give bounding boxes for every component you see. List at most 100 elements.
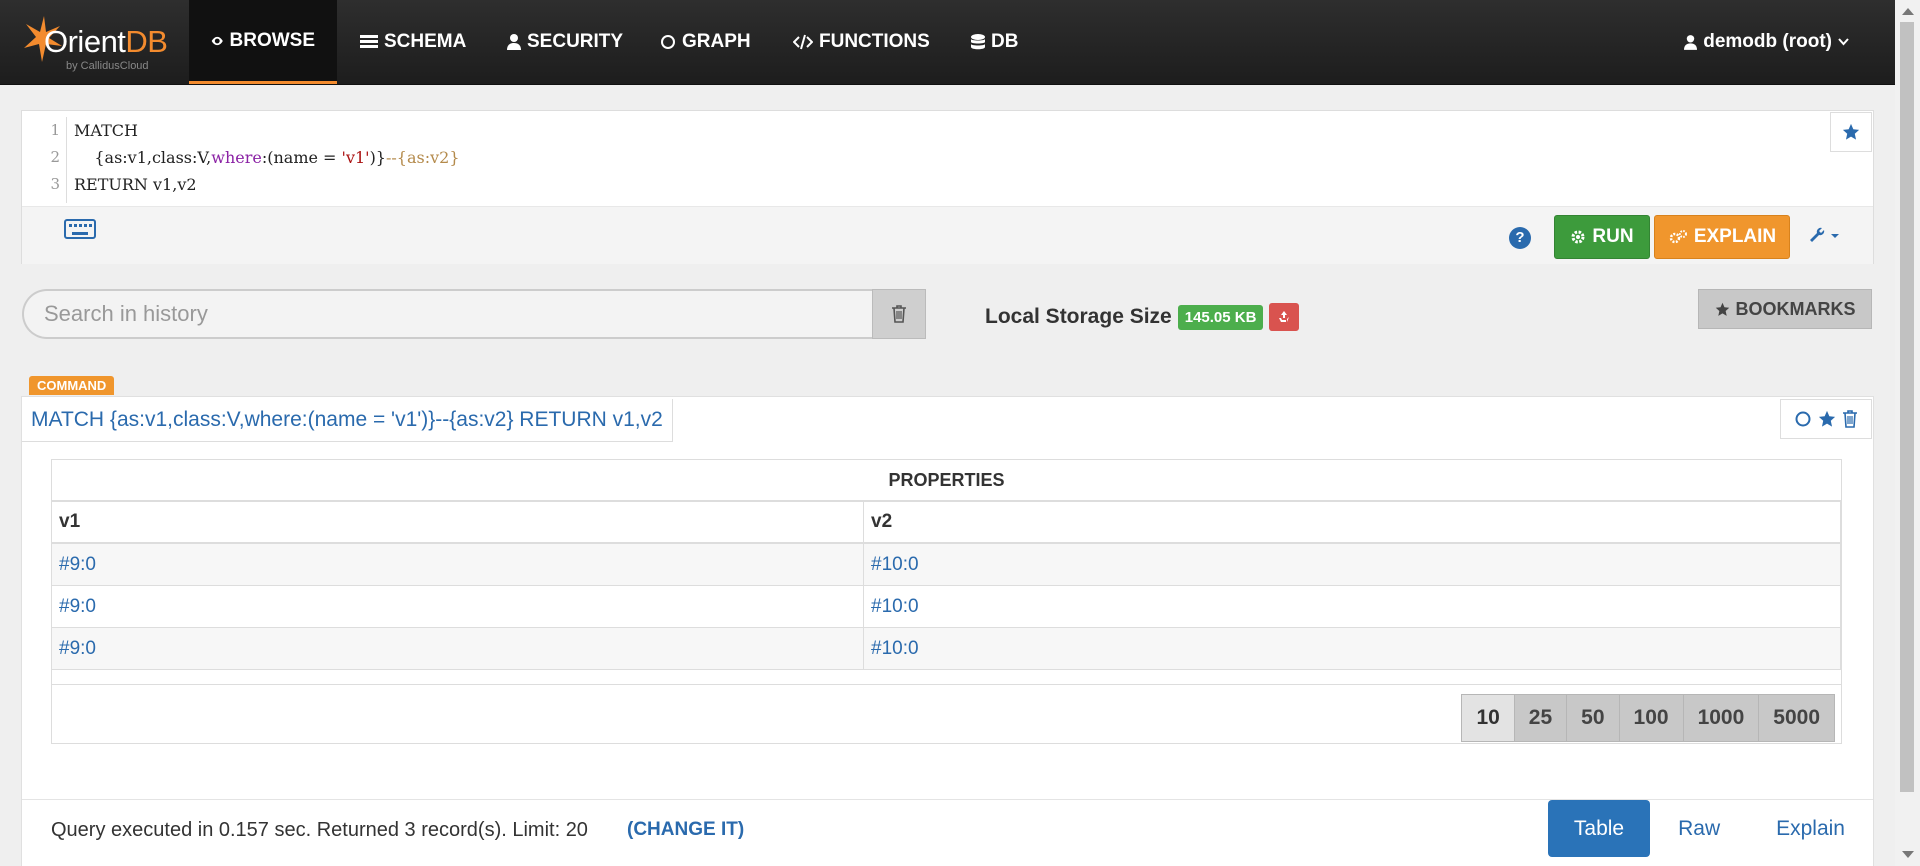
tab-explain[interactable]: Explain	[1748, 800, 1873, 857]
code-line-1: MATCH	[74, 121, 138, 140]
record-link[interactable]: #9:0	[52, 585, 864, 628]
result-footer: Query executed in 0.157 sec. Returned 3 …	[22, 799, 1873, 866]
command-badge: COMMAND	[29, 376, 115, 395]
record-link[interactable]: #10:0	[863, 543, 1841, 586]
scroll-down-arrow-icon[interactable]	[1902, 851, 1914, 858]
run-button-label: RUN	[1592, 226, 1634, 247]
run-button[interactable]: RUN	[1554, 215, 1650, 259]
column-header[interactable]: v2	[863, 502, 1841, 544]
chevron-down-icon	[1838, 38, 1849, 46]
nav-graph[interactable]: GRAPH	[638, 0, 773, 84]
record-link[interactable]: #10:0	[863, 627, 1841, 670]
record-link[interactable]: #10:0	[863, 585, 1841, 628]
executed-query-text[interactable]: MATCH {as:v1,class:V,where:(name = 'v1')…	[22, 399, 673, 442]
local-storage-label: Local Storage Size	[985, 305, 1172, 328]
tab-raw[interactable]: Raw	[1650, 800, 1748, 857]
nav-graph-label: GRAPH	[682, 31, 751, 52]
result-panel: MATCH {as:v1,class:V,where:(name = 'v1')…	[21, 396, 1874, 866]
search-history-input[interactable]	[22, 289, 874, 339]
table-row: #9:0 #10:0	[52, 543, 1841, 586]
query-editor-panel: 1 2 3 MATCH {as:v1,class:V,where:(name =…	[21, 110, 1874, 264]
nav-functions[interactable]: FUNCTIONS	[771, 0, 952, 84]
line-number: 1	[50, 121, 60, 139]
explain-button-label: EXPLAIN	[1693, 226, 1777, 247]
user-icon	[1684, 34, 1698, 50]
vertical-scrollbar[interactable]	[1895, 0, 1920, 866]
database-icon	[971, 33, 985, 49]
nav-security-label: SECURITY	[527, 31, 624, 52]
table-row: #9:0 #10:0	[52, 585, 1841, 628]
history-search	[22, 289, 926, 339]
list-icon	[360, 35, 378, 48]
code-icon	[793, 34, 813, 50]
record-link[interactable]: #9:0	[52, 627, 864, 670]
nav-browse[interactable]: BROWSE	[189, 0, 337, 84]
line-number: 2	[50, 148, 60, 166]
star-icon	[1715, 302, 1729, 316]
star-icon	[1842, 123, 1860, 140]
column-header[interactable]: v1	[52, 502, 864, 544]
pagination-bar: 10 25 50 100 1000 5000	[52, 684, 1841, 745]
editor-toolbar: ? RUN EXPLAIN	[22, 206, 1873, 264]
line-number-gutter: 1 2 3	[22, 117, 67, 203]
bookmark-query-button[interactable]	[1830, 112, 1872, 152]
change-limit-link[interactable]: (CHANGE IT)	[627, 819, 744, 841]
page-size-option[interactable]: 50	[1566, 694, 1620, 742]
record-link[interactable]: #9:0	[52, 543, 864, 586]
nav-db-label: DB	[991, 31, 1019, 52]
storage-size-badge: 145.05 KB	[1177, 304, 1264, 330]
page-size-selector: 10 25 50 100 1000 5000	[1461, 694, 1835, 742]
help-button[interactable]: ?	[1509, 227, 1531, 249]
execution-info: Query executed in 0.157 sec. Returned 3 …	[51, 819, 588, 841]
gears-icon	[1669, 230, 1687, 244]
page-size-option[interactable]: 10	[1461, 694, 1515, 742]
page-size-option[interactable]: 5000	[1758, 694, 1835, 742]
code-line-2: {as:v1,class:V,where:(name = 'v1')}--{as…	[74, 148, 460, 167]
user-menu[interactable]: demodb (root)	[1684, 0, 1849, 84]
orientdb-logo[interactable]: OrientDB by CallidusCloud	[22, 12, 172, 74]
top-navbar: OrientDB by CallidusCloud BROWSE SCHEMA …	[0, 0, 1895, 85]
trash-icon	[892, 305, 906, 323]
properties-header: PROPERTIES	[52, 460, 1841, 502]
settings-dropdown[interactable]	[1808, 225, 1844, 250]
nav-browse-label: BROWSE	[229, 29, 316, 51]
line-number: 3	[50, 175, 60, 193]
wrench-icon	[1810, 227, 1839, 242]
local-storage-info: Local Storage Size 145.05 KB	[985, 303, 1300, 331]
trash-icon[interactable]	[1842, 410, 1858, 428]
keyboard-icon[interactable]	[64, 219, 96, 244]
nav-functions-label: FUNCTIONS	[819, 31, 930, 52]
circle-icon[interactable]	[1794, 410, 1812, 428]
scrollbar-thumb[interactable]	[1900, 22, 1914, 792]
table-row: #9:0 #10:0	[52, 627, 1841, 670]
clear-history-button[interactable]	[872, 289, 926, 339]
gear-icon	[1571, 230, 1585, 244]
nav-security[interactable]: SECURITY	[485, 0, 645, 84]
scroll-up-arrow-icon[interactable]	[1902, 8, 1914, 15]
nav-schema[interactable]: SCHEMA	[338, 0, 488, 84]
logo-subtitle: by CallidusCloud	[66, 60, 149, 72]
recycle-icon	[1279, 311, 1290, 322]
bookmarks-label: BOOKMARKS	[1735, 298, 1856, 319]
star-icon[interactable]	[1818, 410, 1836, 428]
eye-icon	[211, 36, 223, 45]
logo-text: OrientDB	[44, 24, 168, 59]
nav-db[interactable]: DB	[949, 0, 1040, 84]
nav-schema-label: SCHEMA	[384, 31, 467, 52]
user-icon	[507, 34, 521, 50]
bookmarks-button[interactable]: BOOKMARKS	[1698, 289, 1872, 329]
results-table-container: PROPERTIES v1 v2 #9:0 #10:0 #9:0 #10:0 #…	[51, 459, 1842, 744]
page-size-option[interactable]: 1000	[1682, 694, 1760, 742]
code-line-3: RETURN v1,v2	[74, 175, 197, 194]
page-size-option[interactable]: 25	[1513, 694, 1568, 742]
code-editor[interactable]: 1 2 3 MATCH {as:v1,class:V,where:(name =…	[22, 111, 1832, 206]
results-table: v1 v2 #9:0 #10:0 #9:0 #10:0 #9:0 #10:0	[52, 502, 1841, 670]
page-size-option[interactable]: 100	[1618, 694, 1684, 742]
view-tabs: Table Raw Explain	[1547, 800, 1873, 857]
clear-storage-button[interactable]	[1269, 303, 1300, 331]
result-actions	[1780, 399, 1872, 439]
tab-table[interactable]: Table	[1547, 800, 1651, 857]
code-lines[interactable]: MATCH {as:v1,class:V,where:(name = 'v1')…	[74, 117, 460, 198]
explain-button[interactable]: EXPLAIN	[1654, 215, 1790, 259]
circle-icon	[661, 35, 675, 49]
